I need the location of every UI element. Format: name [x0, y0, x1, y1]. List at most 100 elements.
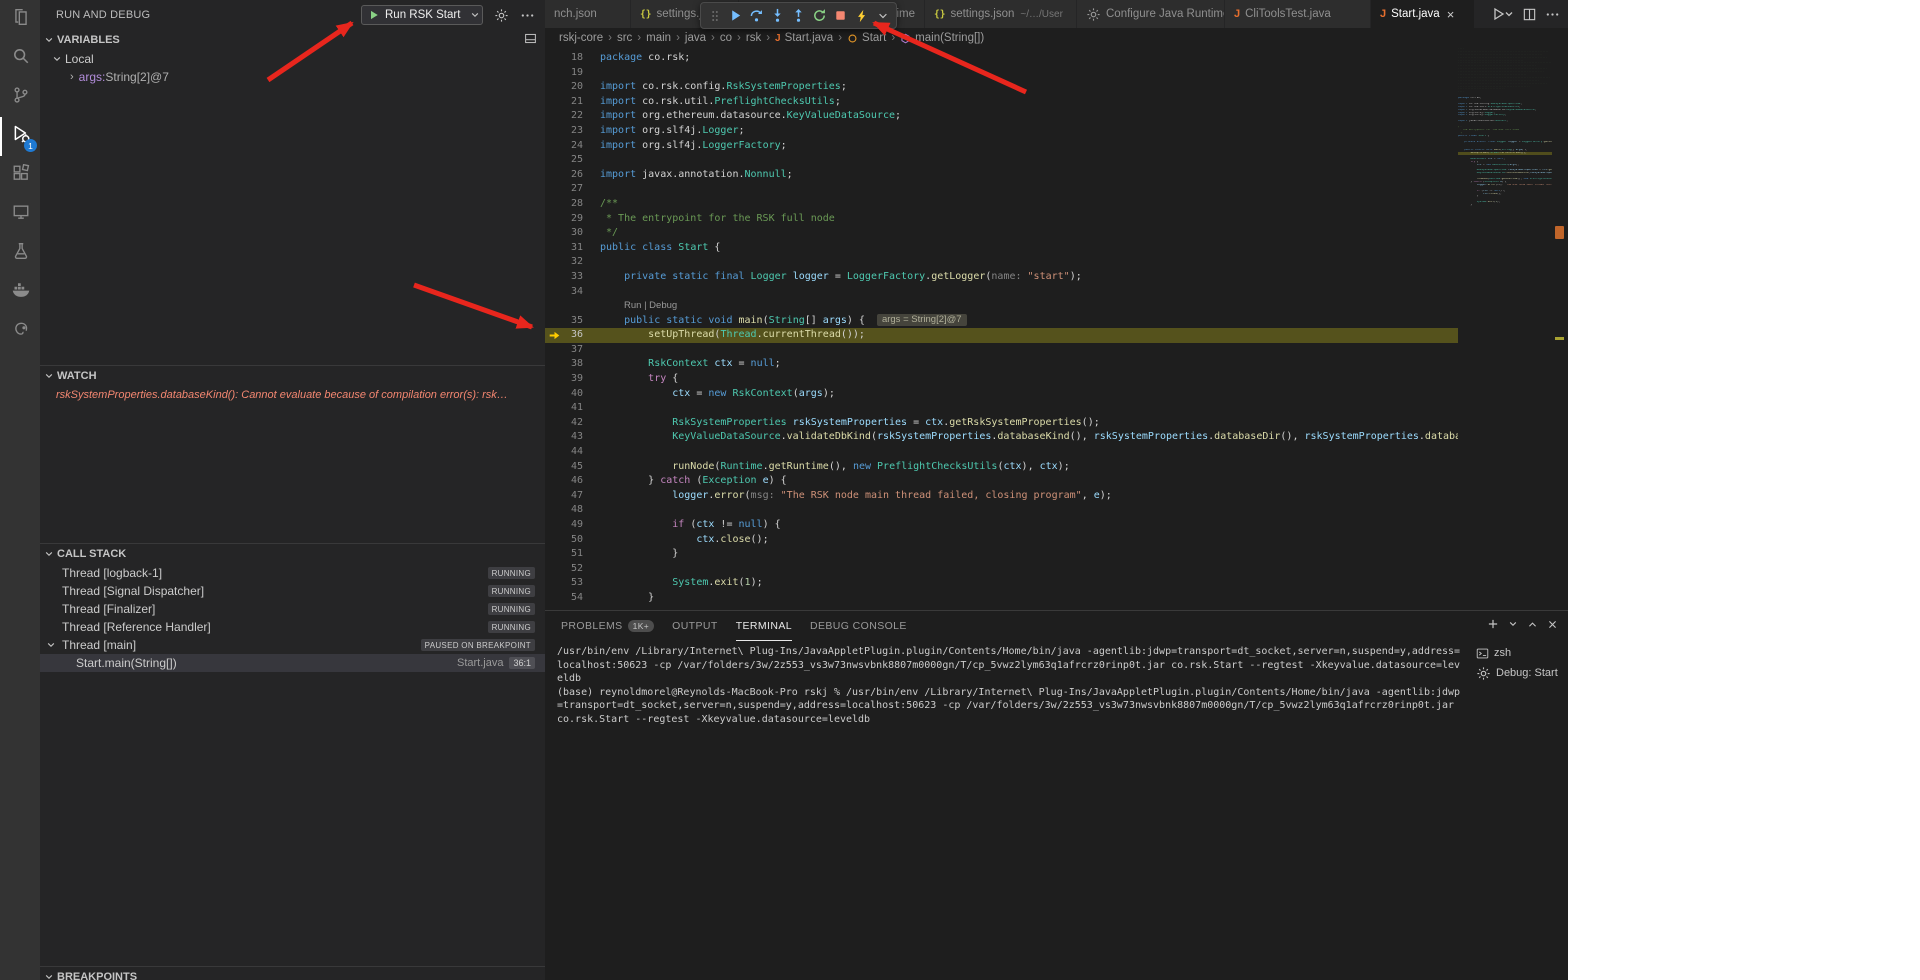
- source-control-activity-item[interactable]: [0, 78, 40, 117]
- terminal-picker-icon[interactable]: [1508, 618, 1518, 630]
- call-stack-title: CALL STACK: [57, 548, 126, 560]
- code-lines[interactable]: 18package co.rsk;1920import co.rsk.confi…: [545, 48, 1458, 613]
- breadcrumb-item[interactable]: main: [646, 32, 671, 44]
- code-line-49: 49 if (ctx != null) {: [545, 518, 1458, 533]
- code-line-21: 21import co.rsk.util.PreflightChecksUtil…: [545, 95, 1458, 110]
- tab-nch-json[interactable]: nch.json: [545, 0, 631, 28]
- variable-name: args:: [79, 70, 106, 84]
- breadcrumb-item[interactable]: rskj-core: [559, 32, 603, 44]
- chevron-down-icon[interactable]: [470, 10, 480, 20]
- variable-row[interactable]: ›args: String[2]@7: [40, 68, 545, 86]
- panel-layout-icon[interactable]: [524, 32, 537, 48]
- run-debug-activity-item[interactable]: 1: [0, 117, 40, 156]
- explorer-activity-item[interactable]: [0, 0, 40, 39]
- call-stack-thread[interactable]: Thread [Signal Dispatcher]RUNNING: [40, 582, 545, 600]
- terminal-output[interactable]: /usr/bin/env /Library/Internet\ Plug-Ins…: [557, 645, 1464, 975]
- code-line-46: 46 } catch (Exception e) {: [545, 474, 1458, 489]
- step-into-icon[interactable]: [768, 6, 787, 25]
- run-config-dropdown[interactable]: Run RSK Start: [361, 5, 483, 25]
- extensions-activity-item[interactable]: [0, 156, 40, 195]
- code-line-52: 52: [545, 562, 1458, 577]
- call-stack-section: CALL STACK Thread [logback-1]RUNNINGThre…: [40, 543, 545, 966]
- tab-description: ~/…/User: [1020, 9, 1063, 20]
- code-text: private static final Logger logger = Log…: [600, 270, 1458, 285]
- stop-icon[interactable]: [831, 6, 850, 25]
- run-icon[interactable]: [1492, 6, 1514, 22]
- call-stack-section-header[interactable]: CALL STACK: [40, 544, 545, 564]
- code-text: [600, 445, 1458, 460]
- watch-expression[interactable]: rskSystemProperties.databaseKind(): Cann…: [40, 386, 545, 401]
- call-stack-thread[interactable]: Thread [Reference Handler]RUNNING: [40, 618, 545, 636]
- source-control-icon: [12, 86, 30, 109]
- tab-configure-java-runtime[interactable]: Configure Java Runtime: [1077, 0, 1225, 28]
- continue-icon[interactable]: [726, 6, 745, 25]
- panel-tab-problems[interactable]: PROBLEMS1K+: [561, 611, 654, 641]
- terminal-list-item[interactable]: zsh: [1470, 643, 1568, 663]
- gradle-activity-item[interactable]: [0, 312, 40, 351]
- breadcrumb-separator: ›: [737, 32, 741, 44]
- gear-icon[interactable]: [493, 8, 509, 23]
- breakpoints-section-header[interactable]: BREAKPOINTS: [40, 967, 545, 980]
- codelens-run-debug-link[interactable]: Run | Debug: [624, 300, 677, 311]
- line-number: 29: [545, 212, 600, 227]
- remote-explorer-activity-item[interactable]: [0, 195, 40, 234]
- panel-tab-debug-console[interactable]: DEBUG CONSOLE: [810, 611, 907, 641]
- minimap-content: ****************************************…: [1458, 48, 1552, 207]
- breadcrumb-item[interactable]: rsk: [746, 32, 761, 44]
- panel-tab-badge: 1K+: [628, 620, 655, 632]
- overview-ruler[interactable]: [1552, 48, 1568, 610]
- call-stack-rows: Thread [logback-1]RUNNINGThread [Signal …: [40, 564, 545, 672]
- call-stack-thread[interactable]: Thread [logback-1]RUNNING: [40, 564, 545, 582]
- tab-clitoolstest-java[interactable]: JCliToolsTest.java: [1225, 0, 1371, 28]
- new-terminal-icon[interactable]: [1487, 618, 1499, 630]
- breadcrumb-item[interactable]: co: [720, 32, 732, 44]
- minimap-line: logger.error(msg: "The RSK node main thr…: [1458, 184, 1552, 187]
- gutter: [545, 299, 600, 314]
- call-stack-thread[interactable]: Thread [main]PAUSED ON BREAKPOINT: [40, 636, 545, 654]
- split-editor-icon[interactable]: [1522, 7, 1537, 22]
- panel-tab-terminal[interactable]: TERMINAL: [736, 611, 792, 641]
- minimap[interactable]: ****************************************…: [1458, 48, 1552, 610]
- line-number: 41: [545, 401, 600, 416]
- close-icon[interactable]: ×: [1447, 8, 1455, 21]
- tab-label: Start.java: [1391, 8, 1440, 20]
- chevron-down-icon: [44, 371, 54, 381]
- code-text: * The entrypoint for the RSK full node: [600, 212, 1458, 227]
- restart-icon[interactable]: [810, 6, 829, 25]
- maximize-panel-icon[interactable]: [1527, 618, 1538, 630]
- code-text: }: [600, 547, 1458, 562]
- line-number: 46: [545, 474, 600, 489]
- dropdown-icon[interactable]: [873, 6, 892, 25]
- search-activity-item[interactable]: [0, 39, 40, 78]
- panel-tab-output[interactable]: OUTPUT: [672, 611, 718, 641]
- more-icon[interactable]: [1545, 7, 1560, 22]
- hot-code-replace-icon[interactable]: [852, 6, 871, 25]
- tab-start-java[interactable]: JStart.java×: [1371, 0, 1475, 28]
- code-line-26: 26import javax.annotation.Nonnull;: [545, 168, 1458, 183]
- terminal-list-item[interactable]: Debug: Start: [1470, 663, 1568, 683]
- breadcrumb-separator: ›: [891, 32, 895, 44]
- line-number: 38: [545, 357, 600, 372]
- variables-section-header[interactable]: VARIABLES: [40, 30, 545, 50]
- tab-settings-json[interactable]: {}settings.json~/…/User: [925, 0, 1077, 28]
- close-panel-icon[interactable]: [1547, 618, 1558, 630]
- breadcrumb-item[interactable]: Start: [847, 32, 886, 44]
- step-over-icon[interactable]: [747, 6, 766, 25]
- code-text: ctx.close();: [600, 533, 1458, 548]
- minimap-line: }: [1458, 204, 1552, 207]
- breadcrumb-item[interactable]: java: [685, 32, 706, 44]
- start-debug-icon[interactable]: [368, 9, 380, 21]
- docker-activity-item[interactable]: [0, 273, 40, 312]
- step-out-icon[interactable]: [789, 6, 808, 25]
- more-actions-icon[interactable]: [519, 8, 535, 23]
- breadcrumb-item[interactable]: src: [617, 32, 632, 44]
- breadcrumb-item[interactable]: main(String[]): [900, 32, 984, 44]
- scope-local-row[interactable]: Local: [40, 50, 545, 68]
- testing-activity-item[interactable]: [0, 234, 40, 273]
- breadcrumb-item[interactable]: JStart.java: [775, 32, 833, 44]
- watch-section-header[interactable]: WATCH: [40, 366, 545, 386]
- call-stack-thread[interactable]: Thread [Finalizer]RUNNING: [40, 600, 545, 618]
- breadcrumb-label: rskj-core: [559, 32, 603, 44]
- stack-frame[interactable]: Start.main(String[])Start.java36:1: [40, 654, 545, 672]
- line-number: 44: [545, 445, 600, 460]
